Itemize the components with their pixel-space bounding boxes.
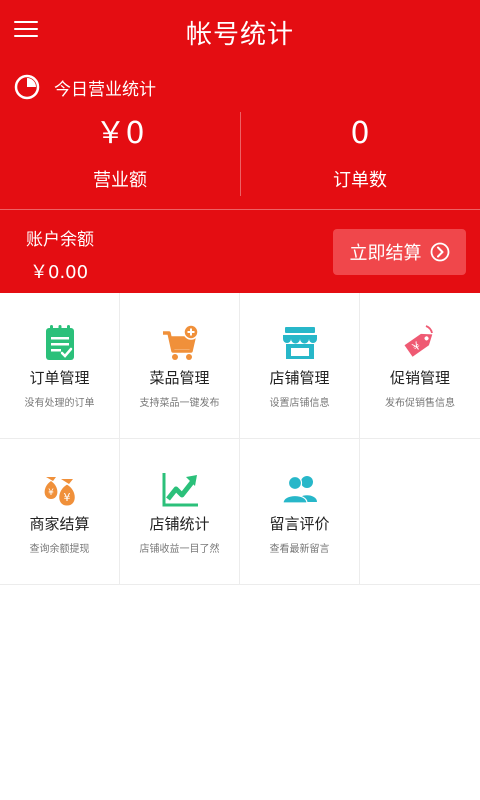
trend-chart-icon bbox=[162, 473, 198, 507]
account-balance-panel: 账户余额 ￥0.00 立即结算 bbox=[0, 209, 480, 293]
revenue-label: 营业额 bbox=[93, 170, 147, 191]
grid-item-label: 店铺统计 bbox=[149, 515, 210, 533]
stats-heading-label: 今日营业统计 bbox=[54, 79, 156, 100]
grid-item-description: 查看最新留言 bbox=[269, 544, 330, 555]
orders-value: 0 bbox=[350, 116, 370, 151]
grid-item-description: 没有处理的订单 bbox=[24, 398, 95, 409]
grid-item-empty bbox=[360, 439, 480, 585]
grid-item-label: 促销管理 bbox=[389, 369, 450, 387]
grid-item-label: 商家结算 bbox=[29, 515, 90, 533]
grid-item-label: 店铺管理 bbox=[269, 369, 330, 387]
balance-value: ￥0.00 bbox=[30, 262, 89, 283]
app-bar: 帐号统计 bbox=[0, 0, 480, 60]
cart-add-icon bbox=[163, 324, 199, 360]
revenue-stat[interactable]: ￥0 营业额 bbox=[0, 112, 240, 192]
grid-row: 订单管理 没有处理的订单 菜品管理 支持菜品一键发布 店铺管理 设置店铺信息 ¥… bbox=[0, 293, 480, 439]
grid-item-store-statistics[interactable]: 店铺统计 店铺收益一目了然 bbox=[120, 439, 240, 585]
chevron-right-circle-icon bbox=[430, 242, 449, 262]
grid-item-order-management[interactable]: 订单管理 没有处理的订单 bbox=[0, 293, 120, 439]
price-tag-icon: ¥ bbox=[404, 325, 433, 357]
grid-item-description: 支持菜品一键发布 bbox=[139, 398, 220, 409]
grid-item-comments-reviews[interactable]: 留言评价 查看最新留言 bbox=[240, 439, 360, 585]
grid-item-dish-management[interactable]: 菜品管理 支持菜品一键发布 bbox=[120, 293, 240, 439]
orders-label: 订单数 bbox=[333, 170, 387, 191]
revenue-value: ￥0 bbox=[95, 116, 145, 151]
grid-item-label: 菜品管理 bbox=[149, 369, 210, 387]
grid-item-label: 留言评价 bbox=[269, 515, 330, 533]
grid-item-label: 订单管理 bbox=[29, 369, 90, 387]
grid-item-merchant-settlement[interactable]: ¥ ¥ 商家结算 查询余额提现 bbox=[0, 439, 120, 585]
grid-row: ¥ ¥ 商家结算 查询余额提现 店铺统计 店铺收益一目了然 留言评价 查看最新留… bbox=[0, 439, 480, 585]
svg-text:¥: ¥ bbox=[48, 488, 54, 498]
function-grid: 订单管理 没有处理的订单 菜品管理 支持菜品一键发布 店铺管理 设置店铺信息 ¥… bbox=[0, 293, 480, 585]
grid-item-promotion-management[interactable]: ¥ 促销管理 发布促销售信息 bbox=[360, 293, 480, 439]
svg-text:¥: ¥ bbox=[64, 491, 71, 504]
page-title: 帐号统计 bbox=[185, 20, 294, 50]
grid-item-description: 设置店铺信息 bbox=[269, 398, 330, 409]
grid-item-store-management[interactable]: 店铺管理 设置店铺信息 bbox=[240, 293, 360, 439]
grid-item-description: 查询余额提现 bbox=[29, 544, 90, 555]
today-stats-panel: 今日营业统计 ￥0 营业额 0 订单数 bbox=[0, 60, 480, 210]
users-icon bbox=[282, 475, 317, 504]
balance-label: 账户余额 bbox=[26, 230, 94, 250]
money-bag-icon: ¥ ¥ bbox=[44, 477, 76, 507]
settle-now-button[interactable]: 立即结算 bbox=[333, 229, 466, 275]
orders-stat[interactable]: 0 订单数 bbox=[240, 112, 480, 192]
grid-item-description: 店铺收益一目了然 bbox=[139, 544, 220, 555]
clipboard-check-icon bbox=[46, 325, 74, 360]
settle-now-label: 立即结算 bbox=[349, 243, 422, 264]
store-icon bbox=[283, 327, 317, 359]
grid-item-description: 发布促销售信息 bbox=[385, 398, 455, 409]
pie-chart-icon bbox=[14, 74, 40, 100]
stats-heading: 今日营业统计 bbox=[14, 72, 156, 102]
